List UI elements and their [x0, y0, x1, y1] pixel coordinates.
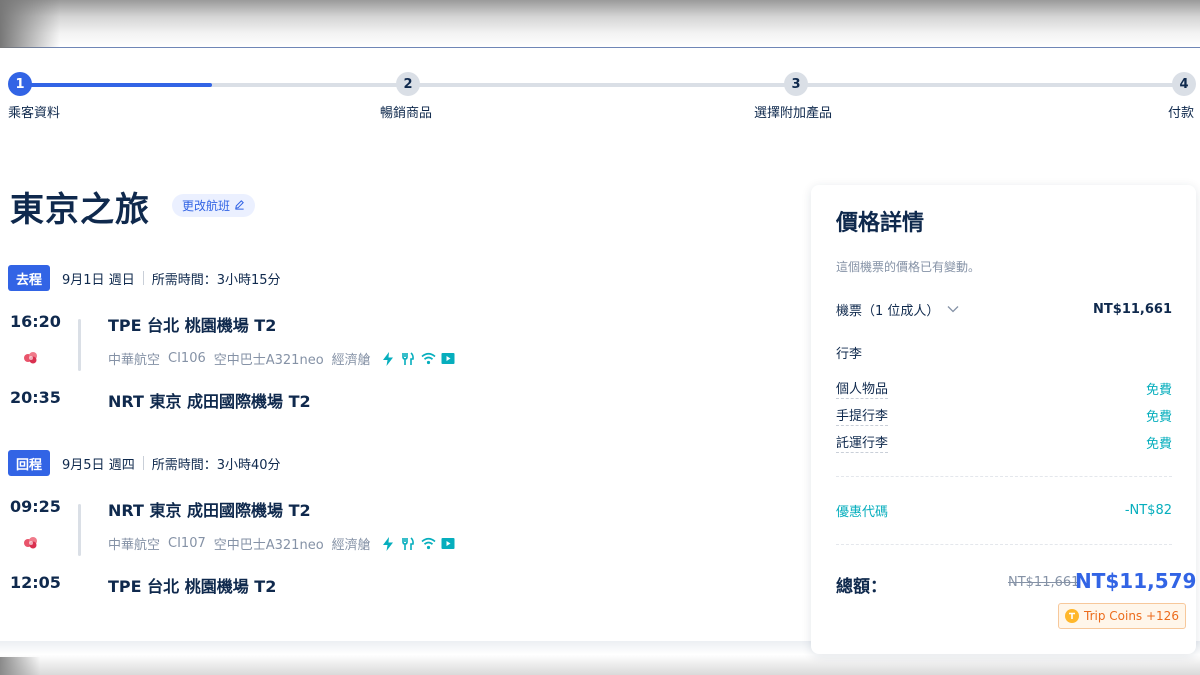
original-total: NT$11,661: [1008, 575, 1080, 590]
baggage-heading: 行李: [836, 347, 863, 362]
outbound-badge: 去程: [8, 265, 51, 291]
return-arrive-airport: TPE 台北 桃園機場 T2: [108, 577, 277, 596]
ticket-row[interactable]: 機票（1 位成人） NT$11,661: [836, 300, 1172, 319]
change-flight-button[interactable]: 更改航班: [172, 194, 256, 217]
return-header: 回程 9月5日 週四 所需時間：3小時40分: [8, 450, 281, 476]
trip-coins-badge[interactable]: Trip Coins +126: [1058, 603, 1186, 629]
change-flight-label: 更改航班: [182, 199, 231, 213]
step-number: 1: [8, 72, 32, 96]
step-number: 2: [396, 72, 420, 96]
wifi-icon: [421, 351, 436, 366]
chevron-down-icon: [947, 302, 959, 317]
promo-label: 優惠代碼: [836, 505, 889, 520]
booking-stepper: 1 乘客資料 2 暢銷商品 3 選擇附加產品 4 付款: [0, 72, 1200, 132]
divider: [142, 456, 144, 470]
baggage-row: 個人物品 免費: [836, 378, 1172, 399]
trip-title: 東京之旅: [10, 190, 150, 230]
baggage-label[interactable]: 手提行李: [836, 405, 889, 426]
stepper-progress: [20, 83, 212, 87]
china-airlines-logo-icon: [22, 535, 40, 551]
amenities[interactable]: [381, 351, 456, 366]
divider: [836, 476, 1172, 477]
baggage-value: 免費: [1145, 437, 1172, 452]
outbound-arrive-time: 20:35: [10, 388, 61, 407]
price-details-card: 價格詳情 這個機票的價格已有變動。 機票（1 位成人） NT$11,661 行李…: [811, 185, 1196, 654]
total-label: 總額：: [836, 577, 887, 597]
baggage-label[interactable]: 託運行李: [836, 432, 889, 453]
return-flight-info: 中華航空 CI107 空中巴士A321neo 經濟艙: [108, 534, 456, 553]
return-depart-airport: NRT 東京 成田國際機場 T2: [108, 501, 311, 520]
baggage-heading-row: 行李: [836, 343, 1172, 362]
coin-icon: [1065, 609, 1079, 623]
outbound-header: 去程 9月1日 週日 所需時間：3小時15分: [8, 265, 281, 291]
outbound-flight-info: 中華航空 CI106 空中巴士A321neo 經濟艙: [108, 349, 456, 368]
flight-timeline-line: [78, 319, 81, 371]
china-airlines-logo-icon: [22, 350, 40, 366]
outbound-arrive-airport: NRT 東京 成田國際機場 T2: [108, 392, 311, 411]
return-arrive-time: 12:05: [10, 573, 61, 592]
entertainment-icon: [441, 536, 456, 551]
flight-number: CI106: [168, 351, 206, 366]
flight-number: CI107: [168, 536, 206, 551]
wifi-icon: [421, 536, 436, 551]
amenities[interactable]: [381, 536, 456, 551]
step-label: 選擇附加產品: [754, 106, 833, 121]
baggage-row: 託運行李 免費: [836, 432, 1172, 453]
trip-coins-label: Trip Coins +126: [1084, 609, 1179, 623]
meal-icon: [401, 536, 416, 551]
step-number: 3: [784, 72, 808, 96]
step-number: 4: [1172, 72, 1196, 96]
power-icon: [381, 351, 396, 366]
step-label: 暢銷商品: [380, 106, 433, 121]
price-title: 價格詳情: [836, 211, 925, 236]
outbound-depart-airport: TPE 台北 桃園機場 T2: [108, 316, 277, 335]
baggage-value: 免費: [1145, 383, 1172, 398]
cabin-class: 經濟艙: [331, 538, 371, 553]
promo-row: 優惠代碼 -NT$82: [836, 501, 1172, 520]
ticket-label: 機票（1 位成人）: [836, 304, 940, 319]
aircraft-type: 空中巴士A321neo: [213, 353, 324, 368]
return-duration: 所需時間：3小時40分: [151, 457, 281, 473]
meal-icon: [401, 351, 416, 366]
price-change-note: 這個機票的價格已有變動。: [836, 260, 981, 274]
outbound-depart-time: 16:20: [10, 312, 61, 331]
promo-value: -NT$82: [1124, 503, 1172, 518]
aircraft-type: 空中巴士A321neo: [213, 538, 324, 553]
divider: [836, 544, 1172, 545]
airline-name: 中華航空: [108, 538, 161, 553]
airline-name: 中華航空: [108, 353, 161, 368]
entertainment-icon: [441, 351, 456, 366]
ticket-value: NT$11,661: [1093, 302, 1172, 317]
flight-timeline-line: [78, 504, 81, 556]
final-total: NT$11,579: [1075, 569, 1197, 593]
return-badge: 回程: [8, 450, 51, 476]
divider: [142, 271, 144, 285]
cabin-class: 經濟艙: [331, 353, 371, 368]
return-depart-time: 09:25: [10, 497, 61, 516]
power-icon: [381, 536, 396, 551]
baggage-label[interactable]: 個人物品: [836, 378, 889, 399]
baggage-value: 免費: [1145, 410, 1172, 425]
ticket-toggle[interactable]: 機票（1 位成人）: [836, 300, 959, 319]
outbound-duration: 所需時間：3小時15分: [151, 272, 281, 288]
step-label: 乘客資料: [8, 106, 61, 121]
outbound-date: 9月1日 週日: [62, 272, 135, 288]
edit-icon: [234, 199, 245, 213]
baggage-row: 手提行李 免費: [836, 405, 1172, 426]
return-date: 9月5日 週四: [62, 457, 135, 473]
browser-top-shadow: [0, 0, 1200, 48]
step-label: 付款: [1168, 106, 1195, 121]
